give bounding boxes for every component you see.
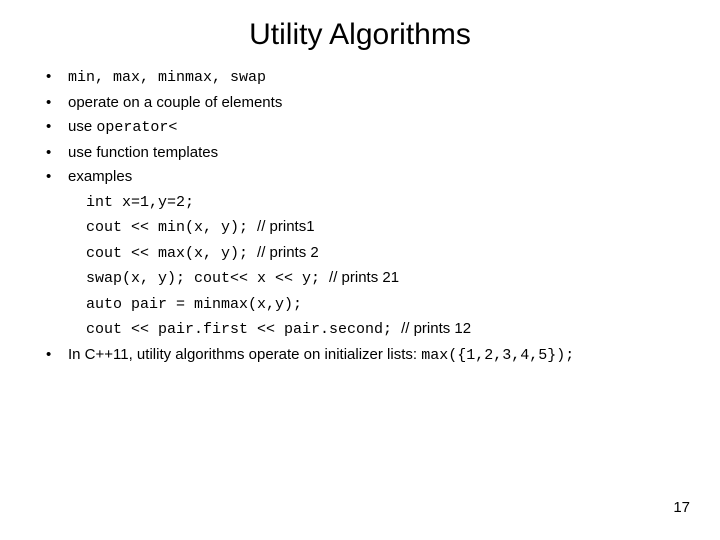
code-text: auto pair = minmax(x,y); — [86, 296, 302, 313]
code-line: cout << pair.first << pair.second; // pr… — [86, 318, 680, 342]
bullet-item: In C++11, utility algorithms operate on … — [40, 344, 680, 368]
bullet-text: use function templates — [68, 144, 218, 161]
code-comment: // prints 2 — [257, 244, 319, 261]
page-number: 17 — [673, 499, 690, 516]
bullet-text: In C++11, utility algorithms operate on … — [68, 346, 421, 363]
code-line: swap(x, y); cout<< x << y; // prints 21 — [86, 267, 680, 291]
code-text: cout << max(x, y); — [86, 245, 257, 262]
code-text: int x=1,y=2; — [86, 194, 194, 211]
bullet-code: min, max, minmax, swap — [68, 69, 266, 86]
bullet-list: min, max, minmax, swap operate on a coup… — [40, 66, 680, 189]
bullet-text: use — [68, 118, 96, 135]
code-comment: // prints1 — [257, 218, 315, 235]
slide-title: Utility Algorithms — [40, 18, 680, 52]
bullet-item: operate on a couple of elements — [40, 92, 680, 115]
code-line: auto pair = minmax(x,y); — [86, 293, 680, 317]
code-line: cout << max(x, y); // prints 2 — [86, 242, 680, 266]
code-comment: // prints 12 — [401, 320, 471, 337]
bullet-code: operator< — [96, 119, 177, 136]
code-comment: // prints 21 — [329, 269, 399, 286]
bullet-text: examples — [68, 168, 132, 185]
slide: Utility Algorithms min, max, minmax, swa… — [0, 0, 720, 540]
bullet-text: operate on a couple of elements — [68, 94, 282, 111]
bullet-item: use function templates — [40, 142, 680, 165]
bullet-code: max({1,2,3,4,5}); — [421, 347, 574, 364]
example-block: int x=1,y=2; cout << min(x, y); // print… — [86, 191, 680, 342]
bullet-item: use operator< — [40, 116, 680, 140]
code-line: cout << min(x, y); // prints1 — [86, 216, 680, 240]
code-line: int x=1,y=2; — [86, 191, 680, 215]
bullet-list-lower: In C++11, utility algorithms operate on … — [40, 344, 680, 368]
bullet-item: examples — [40, 166, 680, 189]
code-text: cout << min(x, y); — [86, 219, 257, 236]
code-text: cout << pair.first << pair.second; — [86, 321, 401, 338]
bullet-item: min, max, minmax, swap — [40, 66, 680, 90]
code-text: swap(x, y); cout<< x << y; — [86, 270, 329, 287]
